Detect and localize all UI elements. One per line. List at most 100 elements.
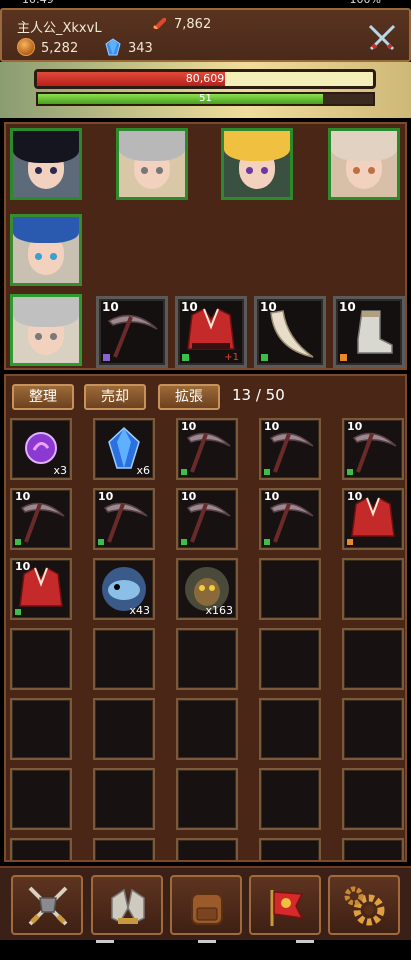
party-panel: 10 10 +1 10 10	[4, 122, 407, 370]
party-member-portrait[interactable]	[10, 128, 82, 200]
inventory-slot-blue-crystal[interactable]: x6	[93, 418, 155, 480]
item-level: 10	[181, 420, 197, 433]
rarity-marker	[340, 354, 347, 361]
inventory-slot-empty[interactable]	[342, 768, 404, 830]
inventory-slot-empty[interactable]	[93, 698, 155, 760]
inventory-slot-goblin-head[interactable]: x163	[176, 558, 238, 620]
inventory-slot-pickaxe[interactable]: 10	[176, 488, 238, 550]
status-battery: 100%	[350, 0, 381, 6]
inventory-slot-pickaxe[interactable]: 10	[342, 418, 404, 480]
inventory-slot-empty[interactable]	[93, 628, 155, 690]
rarity-marker	[182, 354, 189, 361]
enhance-level: +1	[224, 352, 239, 363]
inventory-slot-empty[interactable]	[259, 558, 321, 620]
rarity-marker	[103, 354, 110, 361]
inventory-slot-empty[interactable]	[342, 558, 404, 620]
xp-value: 51	[199, 93, 212, 104]
inventory-slot-empty[interactable]	[259, 768, 321, 830]
combat-power-value: 7,862	[174, 17, 212, 32]
bag-icon	[191, 888, 223, 925]
inventory-slot-empty[interactable]	[10, 768, 72, 830]
item-level: 10	[264, 420, 280, 433]
hero-status-banner: 80,609 51	[0, 62, 411, 118]
item-level: 10	[98, 490, 114, 503]
system-home-button[interactable]	[198, 940, 216, 943]
inventory-slot-empty[interactable]	[176, 838, 238, 860]
rarity-marker	[347, 469, 353, 475]
battle-icon	[28, 886, 68, 926]
inventory-slot-pickaxe[interactable]: 10	[93, 488, 155, 550]
nav-settings-button[interactable]	[328, 875, 400, 935]
sort-button[interactable]: 整理	[12, 384, 74, 410]
item-quantity: x6	[136, 464, 150, 477]
system-back-button[interactable]	[96, 940, 114, 943]
inventory-slot-empty[interactable]	[176, 768, 238, 830]
rarity-marker	[264, 539, 270, 545]
equipment-slot-weapon[interactable]: 10	[96, 296, 168, 368]
rarity-marker	[98, 539, 104, 545]
gems: 343	[105, 38, 153, 56]
nav-battle-button[interactable]	[11, 875, 83, 935]
system-status-bar: 10:49 100%	[0, 0, 411, 8]
party-member-portrait[interactable]	[328, 128, 400, 200]
item-level: 10	[347, 420, 363, 433]
inventory-slot-empty[interactable]	[342, 628, 404, 690]
system-recents-button[interactable]	[296, 940, 314, 943]
item-quantity: x3	[53, 464, 67, 477]
item-level: 10	[15, 490, 31, 503]
equipment-slot-boots[interactable]: 10	[333, 296, 405, 368]
party-member-portrait[interactable]	[116, 128, 188, 200]
inventory-slot-red-armor[interactable]: 10	[342, 488, 404, 550]
sword-icon	[153, 18, 166, 29]
coins: 5,282	[17, 38, 78, 56]
equipment-slot-accessory[interactable]: 10	[254, 296, 326, 368]
rarity-marker	[181, 469, 187, 475]
expand-button[interactable]: 拡張	[158, 384, 220, 410]
item-quantity: x43	[129, 604, 150, 617]
item-level: 10	[347, 490, 363, 503]
xp-bar: 51	[36, 92, 375, 106]
crossed-swords-icon[interactable]	[367, 23, 397, 53]
nav-equipment-button[interactable]	[91, 875, 163, 935]
inventory-slot-pickaxe[interactable]: 10	[259, 488, 321, 550]
inventory-slot-purple-orb[interactable]: x3	[10, 418, 72, 480]
inventory-slot-pickaxe[interactable]: 10	[259, 418, 321, 480]
combat-power: 7,862	[152, 17, 211, 32]
inventory-slot-empty[interactable]	[259, 628, 321, 690]
party-member-portrait[interactable]	[221, 128, 293, 200]
inventory-slot-empty[interactable]	[10, 628, 72, 690]
equipment-slot-armor[interactable]: 10 +1	[175, 296, 247, 368]
inventory-slot-empty[interactable]	[342, 698, 404, 760]
gem-amount: 343	[128, 41, 153, 56]
inventory-slot-empty[interactable]	[176, 698, 238, 760]
inventory-count: 13 / 50	[232, 386, 285, 404]
inventory-slot-empty[interactable]	[93, 768, 155, 830]
nav-bag-button[interactable]	[170, 875, 242, 935]
sell-button[interactable]: 売却	[84, 384, 146, 410]
inventory-slot-empty[interactable]	[93, 838, 155, 860]
inventory-slot-empty[interactable]	[259, 698, 321, 760]
item-level: 10	[264, 490, 280, 503]
rarity-marker	[261, 354, 268, 361]
inventory-slot-empty[interactable]	[176, 628, 238, 690]
inventory-slot-empty[interactable]	[10, 698, 72, 760]
inventory-slot-blue-fish-monster[interactable]: x43	[93, 558, 155, 620]
inventory-slot-empty[interactable]	[342, 838, 404, 860]
rarity-marker	[264, 469, 270, 475]
nav-guild-button[interactable]	[249, 875, 321, 935]
system-navigation-bar	[0, 940, 411, 960]
inventory-slot-pickaxe[interactable]: 10	[176, 418, 238, 480]
inventory-slot-empty[interactable]	[259, 838, 321, 860]
inventory-slot-pickaxe[interactable]: 10	[10, 488, 72, 550]
inventory-slot-empty[interactable]	[10, 838, 72, 860]
rarity-marker	[15, 539, 21, 545]
hp-value: 80,609	[185, 72, 225, 85]
flag-icon	[270, 890, 304, 926]
bottom-navigation	[0, 866, 411, 940]
inventory-slot-red-armor[interactable]: 10	[10, 558, 72, 620]
item-quantity: x163	[205, 604, 233, 617]
rarity-marker	[181, 539, 187, 545]
rarity-marker	[347, 539, 353, 545]
selected-hero-portrait[interactable]	[10, 294, 82, 366]
party-member-portrait[interactable]	[10, 214, 82, 286]
